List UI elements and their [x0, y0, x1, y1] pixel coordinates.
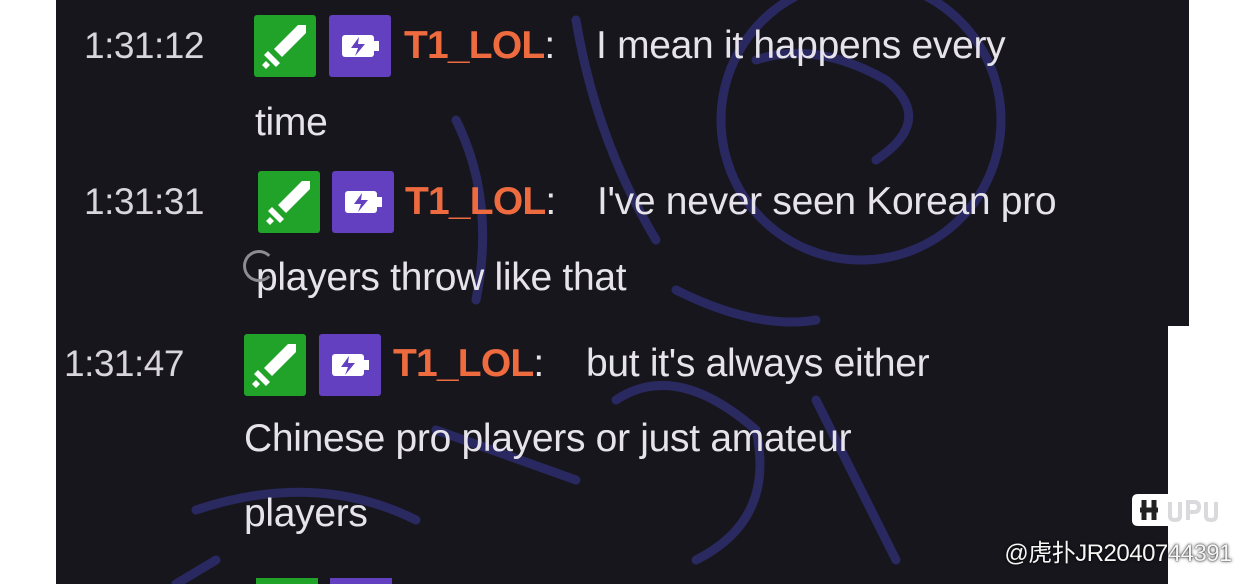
- chat-username[interactable]: T1_LOL:: [405, 164, 556, 240]
- turbo-badge-icon[interactable]: [319, 334, 381, 396]
- watermark-text: @虎扑JR2040744391: [1004, 540, 1232, 567]
- turbo-badge-icon[interactable]: [332, 171, 394, 233]
- message-text-continued: time: [255, 101, 328, 144]
- turbo-badge-icon: [330, 578, 392, 584]
- message-timestamp: 1:31:12: [84, 25, 204, 66]
- message-text-continued: Chinese pro players or just amateur: [244, 417, 852, 460]
- message-text-continued: players: [244, 492, 368, 535]
- hupu-logo: [1132, 494, 1226, 526]
- message-timestamp: 1:31:47: [64, 343, 184, 384]
- sword-badge-icon[interactable]: [254, 15, 316, 77]
- sword-badge-icon: [256, 578, 318, 584]
- message-text: I've never seen Korean pro: [597, 180, 1057, 223]
- message-text-continued: players throw like that: [256, 256, 627, 299]
- message-text: I mean it happens every: [596, 24, 1006, 67]
- turbo-badge-icon[interactable]: [329, 15, 391, 77]
- chat-username[interactable]: T1_LOL:: [404, 8, 555, 84]
- sword-badge-icon[interactable]: [244, 334, 306, 396]
- loading-spinner-icon: [243, 250, 275, 282]
- message-timestamp: 1:31:31: [84, 181, 204, 222]
- chat-username[interactable]: T1_LOL:: [393, 326, 544, 402]
- message-text: but it's always either: [586, 342, 930, 385]
- sword-badge-icon[interactable]: [258, 171, 320, 233]
